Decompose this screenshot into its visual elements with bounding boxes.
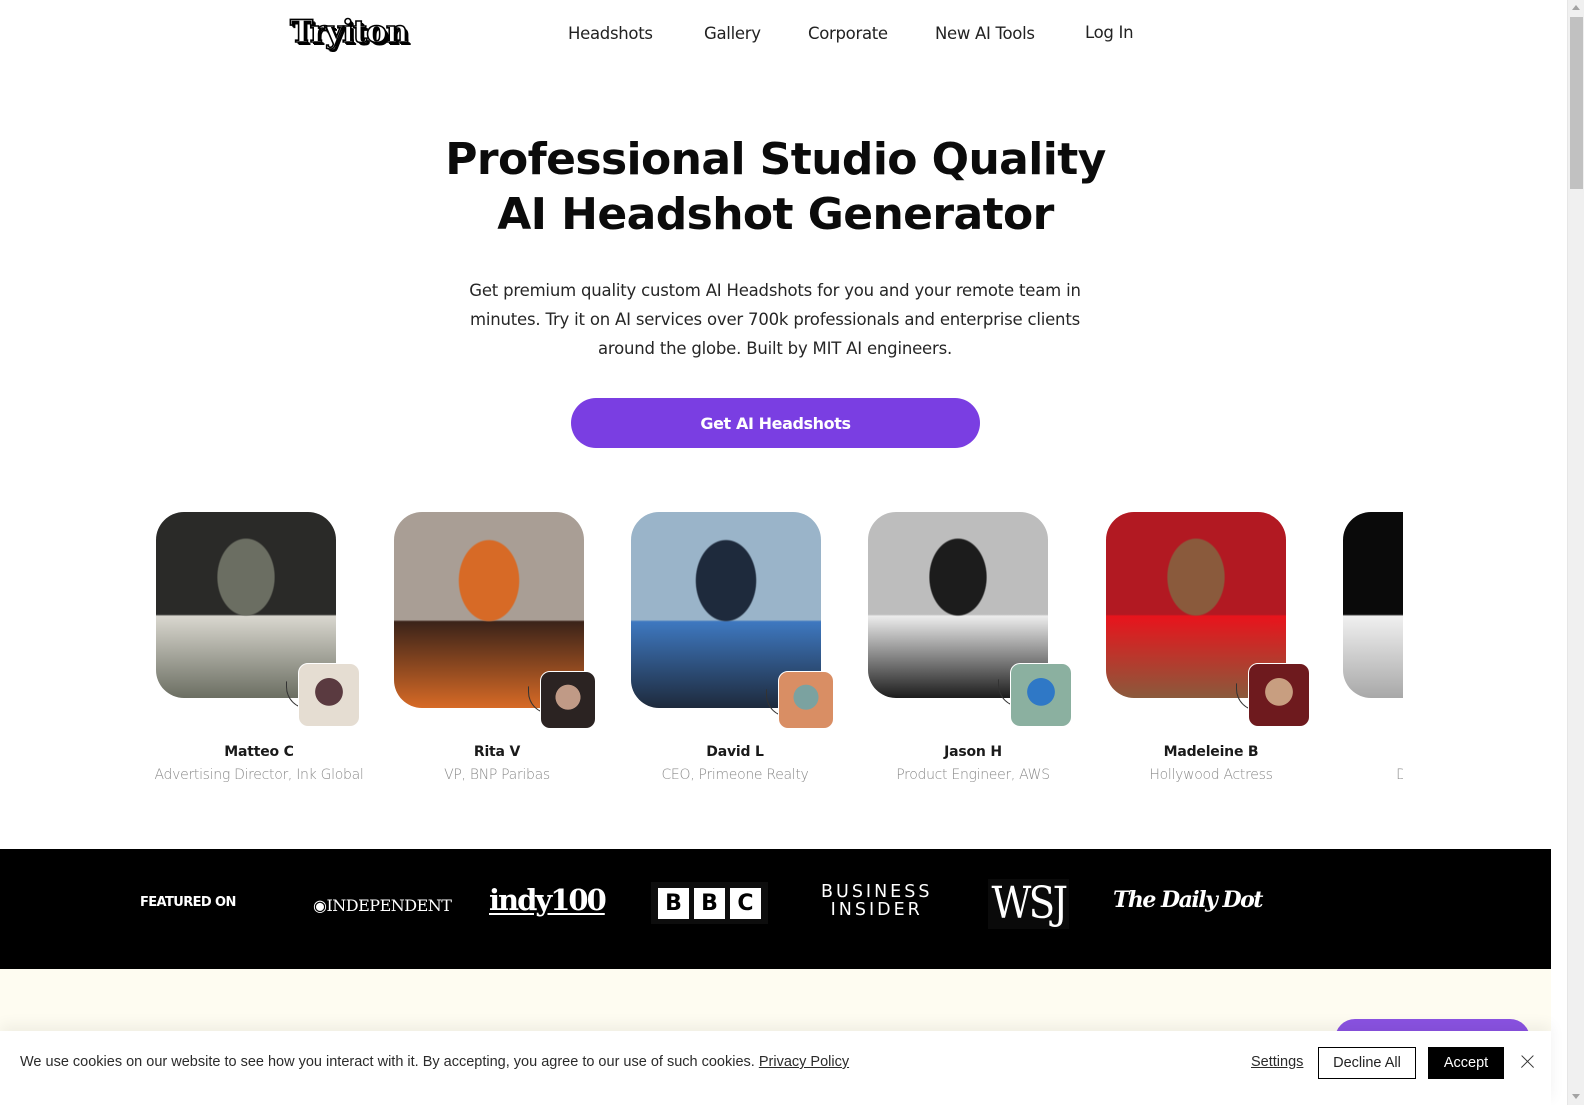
decline-all-button[interactable]: Decline All [1318,1047,1416,1079]
testimonial-card[interactable]: Madeleine B Hollywood Actress [1092,511,1330,801]
cookie-settings-button[interactable]: Settings [1251,1054,1303,1070]
privacy-policy-link[interactable]: Privacy Policy [759,1054,849,1070]
testimonial-card[interactable]: Rita V VP, BNP Paribas [378,511,616,801]
independent-eagle-icon: ◉ [313,896,327,915]
testimonial-card[interactable]: Matteo C Advertising Director, Ink Globa… [140,511,378,801]
nav-headshots[interactable]: Headshots [568,24,653,43]
featured-on-bar: FEATURED ON ◉INDEPENDENT indy100 B B C B… [0,849,1551,969]
daily-dot-logo: The Daily Dot [1113,887,1263,913]
wsj-logo: WSJ [988,879,1069,929]
scroll-up-arrow-icon[interactable] [1572,5,1580,10]
cookie-message: We use cookies on our website to see how… [20,1054,849,1070]
testimonial-name: Rita V [473,744,521,760]
testimonial-role: CEO, Primeone Realty [661,767,809,783]
cookie-message-text: We use cookies on our website to see how… [20,1054,755,1070]
original-selfie-thumbnail [1010,663,1072,727]
close-icon[interactable] [1517,1052,1537,1072]
nav-corporate[interactable]: Corporate [808,24,888,43]
independent-logo: ◉INDEPENDENT [313,896,452,915]
testimonial-card[interactable]: Jason H Product Engineer, AWS [854,511,1092,801]
site-header: Tryiton Headshots Gallery Corporate New … [0,0,1551,72]
original-selfie-thumbnail [298,663,360,727]
hero-title-line1: Professional Studio Quality [445,134,1106,185]
testimonial-name: David L [706,744,764,760]
hero-title: Professional Studio Quality AI Headshot … [0,132,1551,242]
original-selfie-thumbnail [1248,663,1310,727]
testimonial-carousel[interactable]: Matteo C Advertising Director, Ink Globa… [140,511,1403,801]
original-selfie-thumbnail [540,671,596,729]
ai-headshot-photo [1343,512,1403,698]
business-insider-line2: INSIDER [830,900,923,920]
testimonial-role: VP, BNP Paribas [444,767,550,783]
independent-logo-text: INDEPENDENT [326,896,452,915]
testimonial-name: Madeleine B [1163,744,1259,760]
scrollbar-thumb[interactable] [1570,17,1583,189]
bbc-letter: B [658,887,689,919]
testimonial-role: Product Engineer, AWS [896,767,1050,783]
nav-log-in[interactable]: Log In [1085,23,1134,42]
cookie-banner: We use cookies on our website to see how… [0,1031,1551,1105]
logo[interactable]: Tryiton [289,13,409,51]
nav-gallery[interactable]: Gallery [704,24,761,43]
bbc-letter: B [694,887,725,919]
testimonial-card[interactable]: David L CEO, Primeone Realty [616,511,854,801]
original-selfie-thumbnail [778,671,834,729]
page-scrollbar[interactable] [1567,0,1584,1105]
get-ai-headshots-button[interactable]: Get AI Headshots [571,398,980,448]
testimonial-name: Jason H [944,744,1002,760]
nav-new-ai-tools[interactable]: New AI Tools [935,24,1035,43]
scroll-down-arrow-icon[interactable] [1572,1094,1580,1099]
bbc-logo: B B C [651,882,768,924]
featured-on-label: FEATURED ON [140,895,236,910]
indy100-logo: indy100 [489,883,607,917]
bbc-letter: C [730,887,761,919]
hero-subtitle: Get premium quality custom AI Headshots … [469,281,1081,358]
business-insider-logo: BUSINESS INSIDER [821,883,932,919]
testimonial-card[interactable]: Director [1330,511,1403,801]
business-insider-line1: BUSINESS [821,882,933,902]
accept-button[interactable]: Accept [1428,1047,1504,1079]
testimonial-name: Matteo C [224,744,294,760]
hero-title-line2: AI Headshot Generator [497,189,1054,240]
testimonial-role: Director [1396,767,1403,783]
